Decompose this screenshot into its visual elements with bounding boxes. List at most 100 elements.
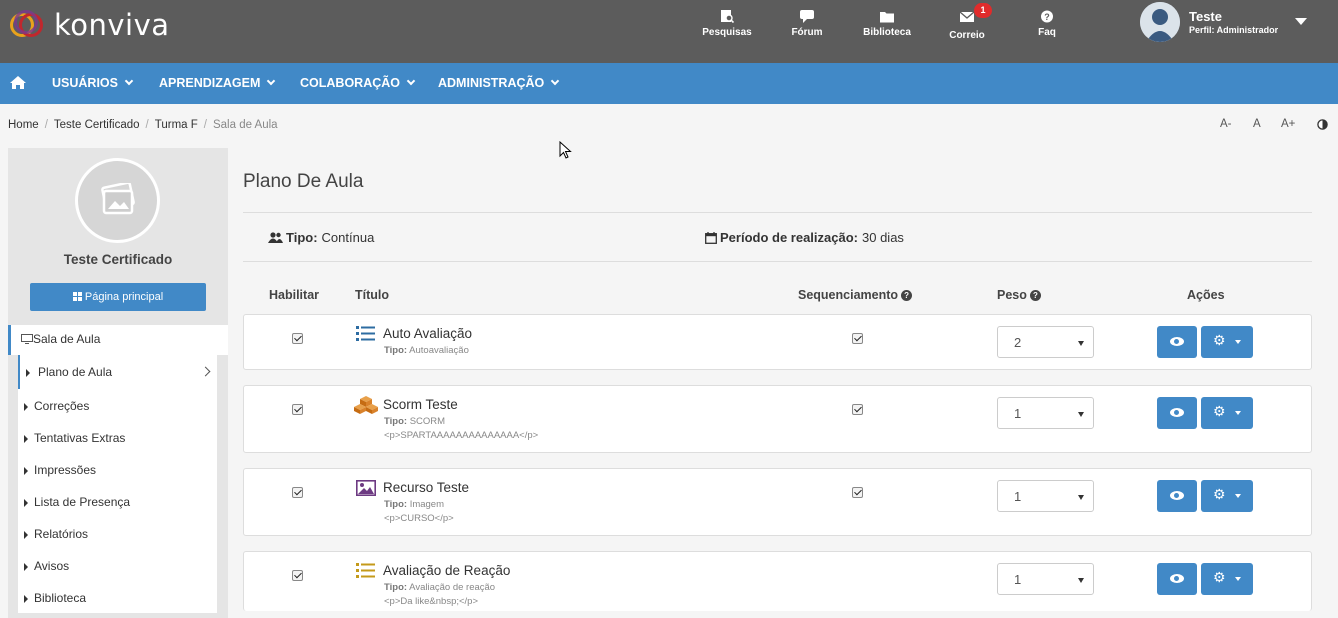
item-title[interactable]: Avaliação de Reação [383,563,510,578]
sidebar-section-label: Sala de Aula [33,332,101,346]
sidebar-item-relatorios[interactable]: Relatórios [18,517,217,549]
font-increase-button[interactable]: A+ [1281,118,1295,130]
tipo-label: Tipo: [286,230,318,245]
help-icon[interactable]: ? [901,289,913,301]
list-icon [356,563,375,578]
user-menu[interactable]: Teste Perfil: Administrador [1140,2,1278,42]
main-page-button[interactable]: Página principal [30,283,206,311]
item-type-value: Autoavaliação [409,345,469,356]
settings-dropdown-button[interactable]: ⚙ [1201,480,1253,512]
nav-label: Faq [1038,27,1056,38]
font-reset-button[interactable]: A [1253,118,1261,130]
user-dropdown-caret-icon[interactable] [1295,18,1307,25]
view-button[interactable] [1157,397,1197,429]
page-title: Plano De Aula [243,171,364,192]
sidebar-item-biblioteca[interactable]: Biblioteca [18,581,217,613]
main-page-label: Página principal [84,291,164,303]
settings-dropdown-button[interactable]: ⚙ [1201,326,1253,358]
item-description: <p>Da like&nbsp;</p> [384,596,479,607]
habilitar-checkbox[interactable] [292,570,303,581]
nav-faq[interactable]: ? Faq [1012,10,1082,38]
chevron-down-icon [406,76,416,86]
breadcrumb-current: Sala de Aula [212,119,278,131]
user-role: Perfil: Administrador [1189,25,1279,35]
item-type-value: Imagem [409,499,445,510]
nav-label: Correio [949,30,985,41]
nav-biblioteca[interactable]: Biblioteca [852,10,922,38]
item-type-value: SCORM [409,416,446,427]
sidebar: Teste Certificado Página principal Sala … [8,148,228,618]
calendar-icon [705,231,717,244]
avatar [1140,2,1180,42]
settings-dropdown-button[interactable]: ⚙ [1201,397,1253,429]
peso-select[interactable]: 1 [997,480,1094,512]
item-description: <p>CURSO</p> [384,513,454,524]
item-title[interactable]: Scorm Teste [383,397,458,412]
contrast-icon[interactable] [1317,119,1328,130]
gears-icon: ⚙ [1213,332,1226,348]
item-type-value: Avaliação de reação [409,582,496,593]
view-button[interactable] [1157,326,1197,358]
font-decrease-button[interactable]: A- [1220,118,1232,130]
menu-label: ADMINISTRAÇÃO [438,76,545,90]
sidebar-item-correcoes[interactable]: Correções [18,389,217,421]
sidebar-section-sala-de-aula[interactable]: Sala de Aula [8,325,228,355]
item-title[interactable]: Recurso Teste [383,480,469,495]
peso-select[interactable]: 1 [997,563,1094,595]
menu-administracao[interactable]: ADMINISTRAÇÃO [438,76,560,90]
sidebar-item-lista-de-presenca[interactable]: Lista de Presença [18,485,217,517]
habilitar-checkbox[interactable] [292,404,303,415]
nav-label: Biblioteca [863,27,911,38]
settings-dropdown-button[interactable]: ⚙ [1201,563,1253,595]
menu-label: APRENDIZAGEM [159,76,261,90]
item-type-label: Tipo: [384,499,408,510]
peso-value: 2 [1014,335,1022,350]
sidebar-item-avisos[interactable]: Avisos [18,549,217,581]
sequenciamento-checkbox[interactable] [852,487,863,498]
mail-badge: 1 [974,3,992,18]
peso-value: 1 [1014,489,1022,504]
view-button[interactable] [1157,480,1197,512]
menu-usuarios[interactable]: USUÁRIOS [52,76,134,90]
menu-colaboracao[interactable]: COLABORAÇÃO [300,76,416,90]
peso-value: 1 [1014,406,1022,421]
select-caret-icon [1078,495,1084,500]
logo-text: konviva [54,8,170,42]
monitor-icon [21,334,33,344]
nav-pesquisas[interactable]: Pesquisas [692,10,762,38]
nav-correio[interactable]: 1 Correio [932,3,1002,41]
breadcrumb-class[interactable]: Turma F [155,119,198,131]
home-icon[interactable] [10,75,26,90]
logo-mark-icon [10,10,50,40]
sidebar-item-impressoes[interactable]: Impressões [18,453,217,485]
sequenciamento-checkbox[interactable] [852,333,863,344]
image-placeholder-icon [101,183,135,215]
breadcrumb-home[interactable]: Home [8,119,39,131]
mouse-cursor-icon [559,141,572,159]
eye-icon [1170,337,1184,346]
eye-icon [1170,491,1184,500]
habilitar-checkbox[interactable] [292,333,303,344]
divider [243,212,1312,213]
menu-label: USUÁRIOS [52,76,118,90]
nav-forum[interactable]: Fórum [772,10,842,38]
sequenciamento-checkbox[interactable] [852,404,863,415]
help-icon[interactable]: ? [1029,289,1041,301]
breadcrumb-course[interactable]: Teste Certificado [54,119,140,131]
chevron-down-icon [124,76,134,86]
sidebar-item-tentativas-extras[interactable]: Tentativas Extras [18,421,217,453]
logo[interactable]: konviva [10,8,170,42]
view-button[interactable] [1157,563,1197,595]
item-type-label: Tipo: [384,416,408,427]
list-icon [356,326,375,341]
caret-down-icon [1235,494,1241,498]
peso-select[interactable]: 1 [997,397,1094,429]
peso-select[interactable]: 2 [997,326,1094,358]
tipo-value: Contínua [321,230,375,245]
menu-aprendizagem[interactable]: APRENDIZAGEM [159,76,276,90]
habilitar-checkbox[interactable] [292,487,303,498]
caret-down-icon [1235,411,1241,415]
item-title[interactable]: Auto Avaliação [383,326,472,341]
col-peso-label: Peso [997,288,1027,302]
sidebar-item-plano-de-aula[interactable]: Plano de Aula [18,355,217,389]
